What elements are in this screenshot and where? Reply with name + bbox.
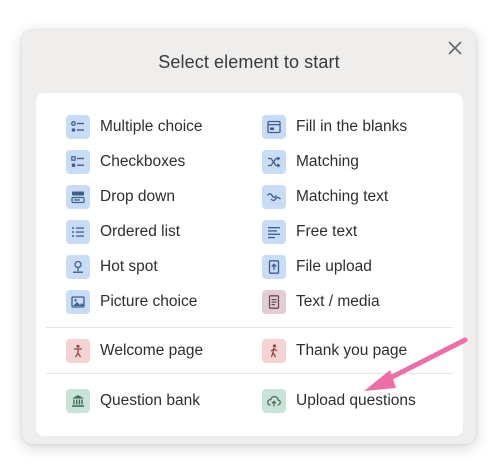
element-label: Free text bbox=[296, 223, 358, 240]
element-label: Matching bbox=[296, 153, 359, 170]
free-text-icon bbox=[262, 220, 286, 244]
element-label: Welcome page bbox=[100, 342, 204, 359]
checkboxes-icon bbox=[66, 150, 90, 174]
text-media-icon bbox=[262, 290, 286, 314]
fill-blanks-icon bbox=[262, 115, 286, 139]
hot-spot-icon bbox=[66, 255, 90, 279]
element-label: File upload bbox=[296, 258, 372, 275]
ordered-list-icon bbox=[66, 220, 90, 244]
element-label: Fill in the blanks bbox=[296, 118, 408, 135]
file-upload-icon bbox=[262, 255, 286, 279]
matching-icon bbox=[262, 150, 286, 174]
person-icon bbox=[66, 339, 90, 363]
pointer-arrow-icon bbox=[364, 337, 468, 391]
picture-choice-icon bbox=[66, 290, 90, 314]
divider bbox=[46, 327, 453, 328]
dialog-title: Select element to start bbox=[158, 52, 340, 72]
element-welcome-page[interactable]: Welcome page bbox=[66, 338, 203, 364]
element-label: Multiple choice bbox=[100, 118, 203, 135]
bank-icon bbox=[66, 389, 90, 413]
element-label: Drop down bbox=[100, 188, 175, 205]
element-file-upload[interactable]: File upload bbox=[262, 254, 372, 280]
element-checkboxes[interactable]: Checkboxes bbox=[66, 149, 185, 175]
element-matching-text[interactable]: Matching text bbox=[262, 184, 388, 210]
element-free-text[interactable]: Free text bbox=[262, 219, 357, 245]
element-matching[interactable]: Matching bbox=[262, 149, 359, 175]
element-ordered-list[interactable]: Ordered list bbox=[66, 219, 180, 245]
element-label: Matching text bbox=[296, 188, 389, 205]
cloud-upload-icon bbox=[262, 389, 286, 413]
dropdown-icon bbox=[66, 185, 90, 209]
element-picture-choice[interactable]: Picture choice bbox=[66, 289, 197, 315]
walking-person-icon bbox=[262, 339, 286, 363]
element-drop-down[interactable]: Drop down bbox=[66, 184, 175, 210]
element-label: Picture choice bbox=[100, 293, 198, 310]
element-label: Ordered list bbox=[100, 223, 181, 240]
element-label: Question bank bbox=[100, 392, 200, 409]
element-text-media[interactable]: Text / media bbox=[262, 289, 380, 315]
element-label: Checkboxes bbox=[100, 153, 186, 170]
element-fill-in-the-blanks[interactable]: Fill in the blanks bbox=[262, 114, 407, 140]
matching-text-icon bbox=[262, 185, 286, 209]
close-icon[interactable] bbox=[446, 39, 464, 57]
element-hot-spot[interactable]: Hot spot bbox=[66, 254, 158, 280]
element-question-bank[interactable]: Question bank bbox=[66, 388, 200, 414]
element-label: Hot spot bbox=[100, 258, 158, 275]
element-label: Text / media bbox=[296, 293, 380, 310]
multiple-choice-icon bbox=[66, 115, 90, 139]
element-multiple-choice[interactable]: Multiple choice bbox=[66, 114, 203, 140]
